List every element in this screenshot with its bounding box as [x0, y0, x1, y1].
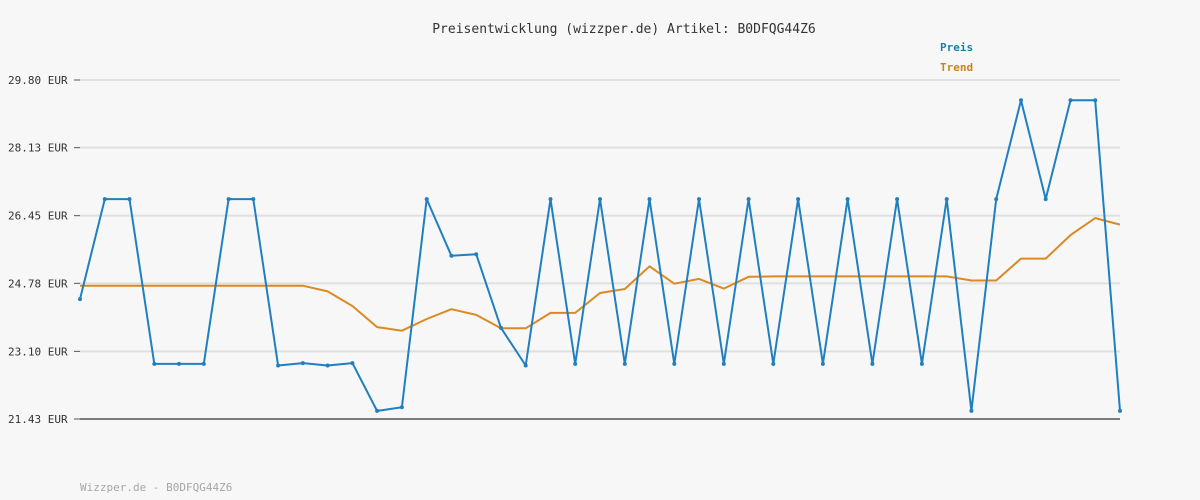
price-chart: Preisentwicklung (wizzper.de) Artikel: B… — [8, 22, 1122, 494]
data-point-preis — [300, 361, 305, 366]
data-point-preis — [919, 361, 924, 366]
data-point-preis — [721, 361, 726, 366]
data-point-preis — [672, 361, 677, 366]
data-point-preis — [746, 197, 751, 202]
data-point-preis — [449, 253, 454, 258]
data-point-preis — [127, 197, 132, 202]
data-point-preis — [1043, 197, 1048, 202]
y-tick-label: 23.10 EUR — [8, 345, 68, 358]
legend-entry-trend: Trend — [940, 61, 973, 74]
data-point-preis — [201, 361, 206, 366]
data-point-preis — [102, 197, 107, 202]
data-point-preis — [820, 361, 825, 366]
legend-entry-preis: Preis — [940, 41, 973, 54]
data-point-preis — [1068, 98, 1073, 103]
data-point-preis — [771, 361, 776, 366]
data-point-preis — [499, 325, 503, 330]
grid — [80, 79, 1120, 420]
data-point-preis — [622, 361, 627, 366]
y-tick-label: 26.45 EUR — [8, 210, 68, 223]
data-point-preis — [1093, 98, 1098, 103]
data-point-preis — [399, 405, 404, 410]
data-point-preis — [796, 197, 801, 202]
data-point-preis — [598, 197, 602, 202]
data-point-preis — [226, 197, 231, 202]
data-point-preis — [177, 361, 181, 366]
data-point-preis — [523, 363, 528, 368]
data-point-preis — [895, 197, 900, 202]
chart-title: Preisentwicklung (wizzper.de) Artikel: B… — [432, 22, 816, 37]
data-point-preis — [1019, 98, 1023, 103]
data-point-preis — [944, 197, 949, 202]
y-tick-label: 28.13 EUR — [8, 142, 68, 155]
data-point-preis — [251, 197, 256, 202]
y-tick-label: 24.78 EUR — [8, 277, 68, 290]
data-point-preis — [969, 408, 974, 413]
data-point-preis — [697, 197, 701, 202]
y-axis: 29.80 EUR 28.13 EUR 26.45 EUR 24.78 EUR 23.1… — [8, 74, 80, 426]
data-point-preis — [474, 252, 479, 257]
data-point-preis — [994, 197, 999, 202]
data-point-preis — [1118, 408, 1122, 413]
legend: Preis Trend — [940, 41, 973, 74]
series-line-trend — [80, 217, 1121, 332]
y-tick-label: 29.80 EUR — [8, 74, 68, 87]
data-point-preis — [276, 363, 281, 368]
data-point-preis — [78, 297, 82, 302]
data-point-preis — [375, 408, 380, 413]
data-point-preis — [870, 361, 875, 366]
footer-text: Wizzper.de - B0DFQG44Z6 — [80, 481, 232, 494]
data-point-preis — [647, 197, 652, 202]
data-point-preis — [845, 197, 850, 202]
data-point-preis — [325, 363, 330, 368]
y-tick-label: 21.43 EUR — [8, 413, 68, 426]
data-point-preis — [424, 197, 429, 202]
data-point-preis — [152, 361, 157, 366]
data-point-preis — [548, 197, 553, 202]
series-group — [78, 98, 1122, 413]
data-point-preis — [350, 361, 355, 366]
data-point-preis — [573, 361, 578, 366]
